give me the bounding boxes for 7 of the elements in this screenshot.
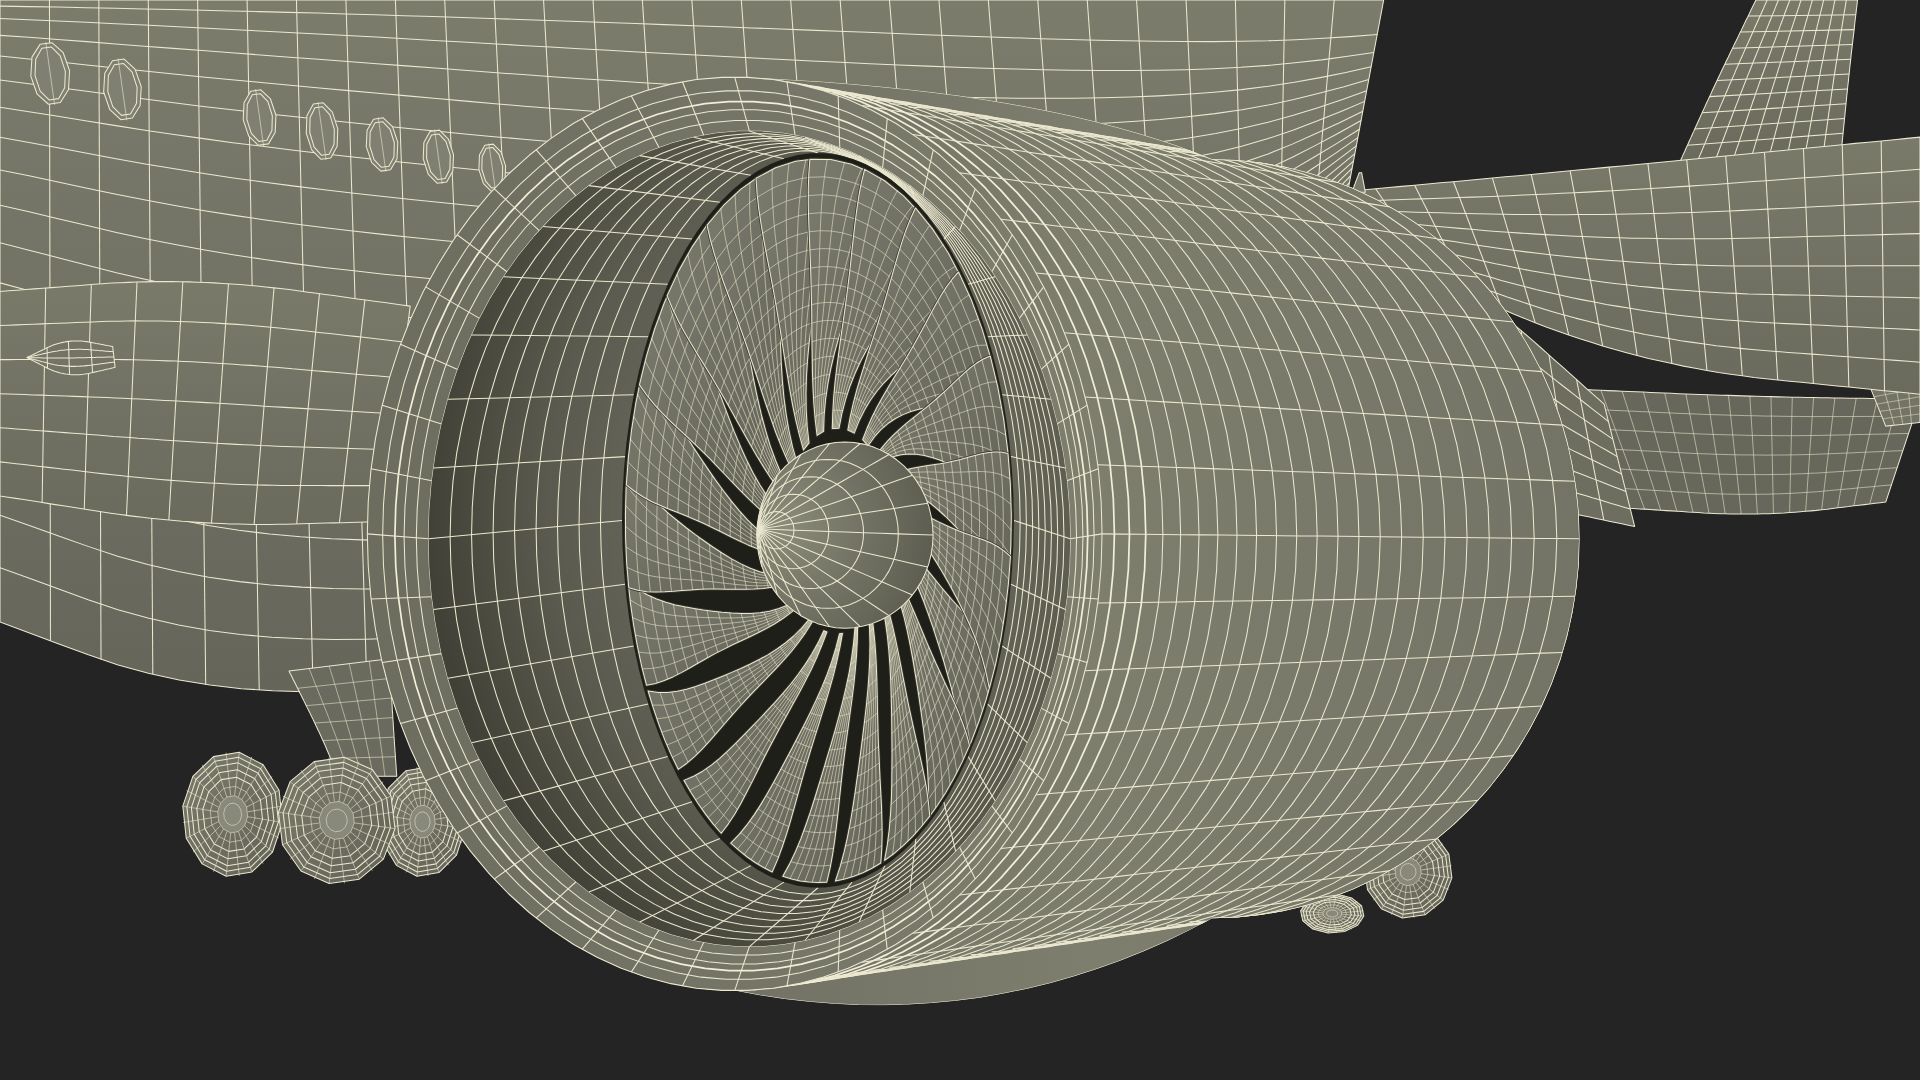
cabin-window [305,101,339,161]
cabin-window [103,58,142,121]
cabin-window [478,143,507,193]
cabin-window [242,88,277,147]
cabin-window [365,116,399,173]
cabin-window [422,129,455,185]
cabin-window [30,41,71,106]
